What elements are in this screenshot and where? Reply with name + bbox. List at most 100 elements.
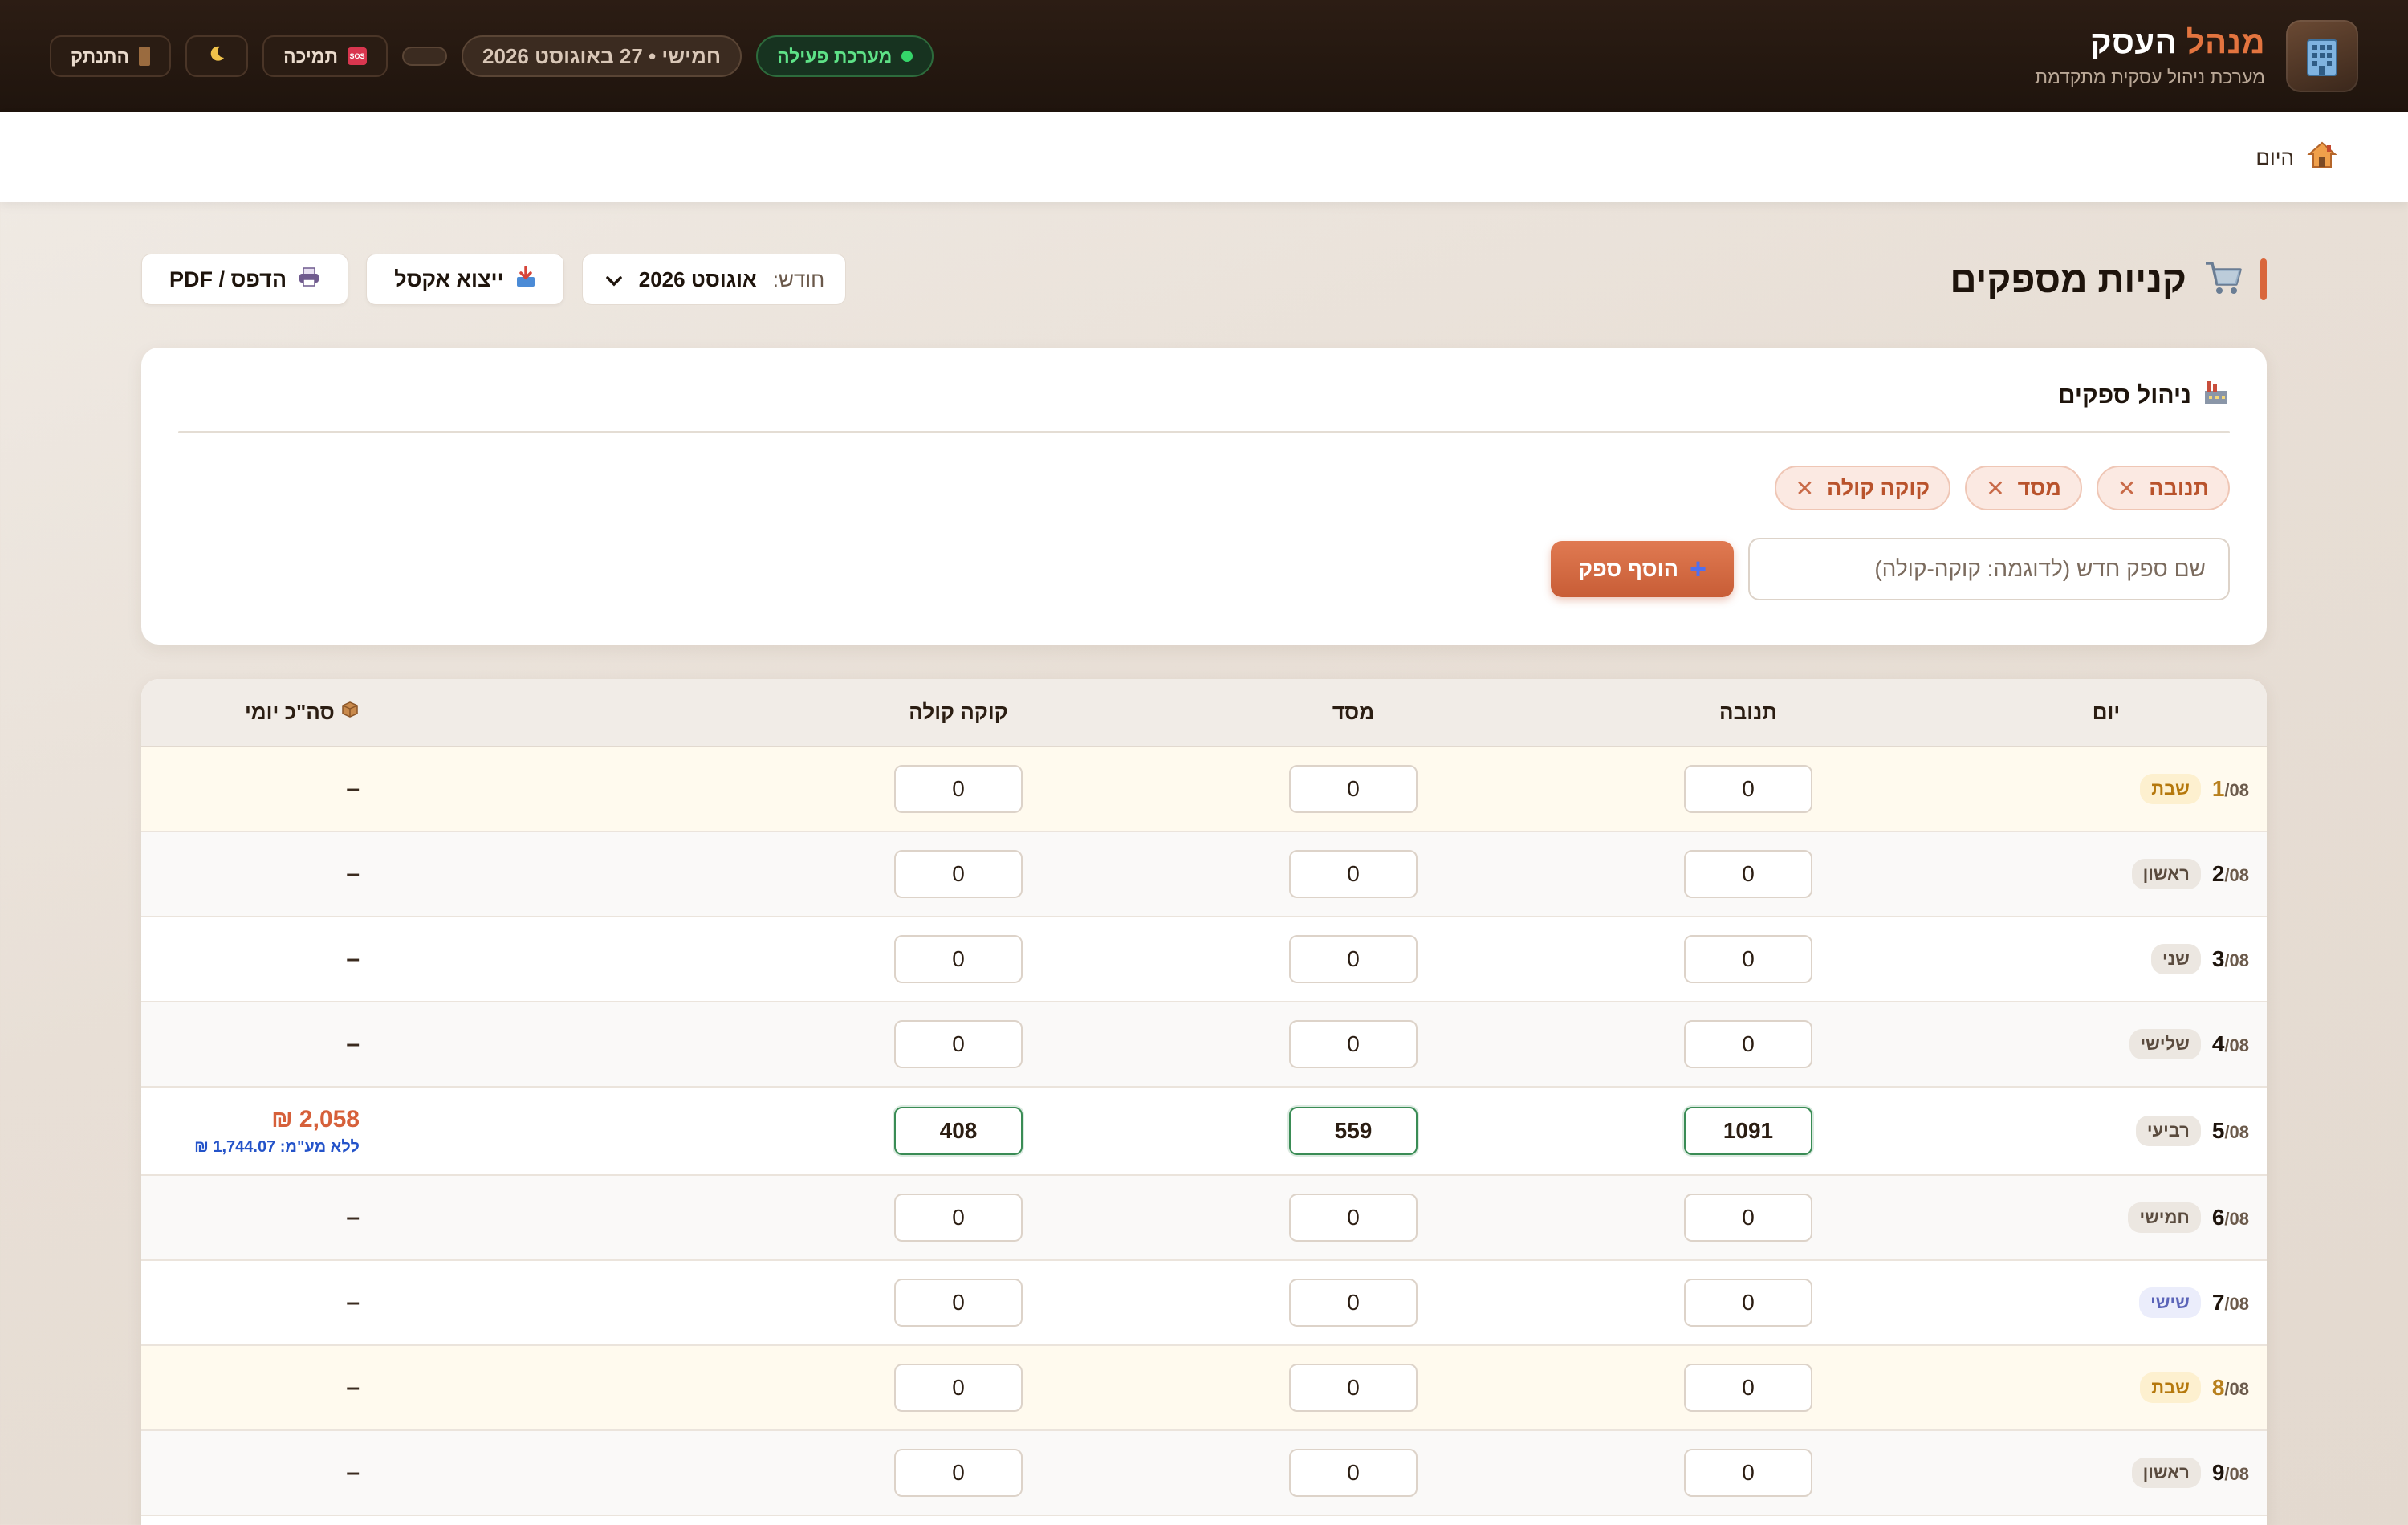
- title-wrap: קניות מספקים: [1950, 258, 2267, 301]
- day-number: 3/08: [2212, 946, 2249, 972]
- day-month-suffix: /08: [2224, 1294, 2249, 1314]
- weekday-badge: ראשון: [2131, 859, 2201, 889]
- day-cell: 5/08 רביעי: [1946, 1087, 2267, 1176]
- day-label: 5/08 רביעי: [1946, 1116, 2249, 1146]
- remove-icon[interactable]: ✕: [2117, 475, 2136, 502]
- status-label: מערכת פעילה: [777, 45, 893, 67]
- amount-input[interactable]: [1684, 850, 1812, 898]
- day-month-suffix: /08: [2224, 780, 2249, 800]
- add-supplier-button[interactable]: + הוסף ספק: [1551, 541, 1734, 597]
- header-supplier-1: תנובה: [1551, 679, 1946, 747]
- daily-total: –: [346, 1204, 360, 1230]
- export-excel-button[interactable]: ייצוא אקסל: [366, 254, 564, 305]
- amount-input[interactable]: [1289, 850, 1418, 898]
- amount-input[interactable]: [894, 1449, 1023, 1497]
- amount-input[interactable]: [1684, 1279, 1812, 1327]
- day-month-suffix: /08: [2224, 1035, 2249, 1055]
- daily-total: –: [346, 1459, 360, 1486]
- remove-icon[interactable]: ✕: [1796, 475, 1814, 502]
- brand-title: מנהל העסק: [2090, 25, 2265, 60]
- logout-label: התנתק: [71, 45, 130, 67]
- day-label: 9/08 ראשון: [1946, 1458, 2249, 1488]
- add-supplier-label: הוסף ספק: [1578, 556, 1678, 581]
- empty-toggle[interactable]: [402, 47, 448, 66]
- moon-icon: [208, 45, 226, 67]
- amount-input[interactable]: [1289, 1364, 1418, 1412]
- amount-input[interactable]: [1289, 1449, 1418, 1497]
- month-select[interactable]: חודש: אוגוסט 2026: [581, 254, 847, 305]
- amount-input[interactable]: [894, 935, 1023, 983]
- daily-total-net: ללא מע"מ: 1,744.07 ₪: [194, 1137, 360, 1156]
- remove-icon[interactable]: ✕: [1986, 475, 2004, 502]
- daily-total-cell: –: [141, 1345, 761, 1431]
- amount-input[interactable]: [1684, 1364, 1812, 1412]
- plus-icon: +: [1689, 552, 1706, 585]
- breadcrumb-home[interactable]: היום: [2255, 145, 2294, 170]
- header-supplier-2: מסד: [1156, 679, 1551, 747]
- day-month-suffix: /08: [2224, 1209, 2249, 1229]
- amount-input[interactable]: [1684, 1020, 1812, 1068]
- new-supplier-input[interactable]: [1748, 538, 2230, 600]
- table-row: 2/08 ראשון –: [141, 832, 2267, 917]
- cell-supplier-2: [1156, 1345, 1551, 1431]
- amount-input[interactable]: [894, 765, 1023, 813]
- amount-input[interactable]: [1684, 935, 1812, 983]
- amount-input[interactable]: [1289, 765, 1418, 813]
- amount-input[interactable]: [1684, 1107, 1812, 1155]
- day-month-suffix: /08: [2224, 1464, 2249, 1484]
- cell-supplier-1: [1551, 832, 1946, 917]
- day-number-value: 6: [2211, 1205, 2225, 1230]
- supplier-chip[interactable]: קוקה קולה ✕: [1774, 466, 1951, 510]
- day-number-value: 2: [2211, 861, 2225, 886]
- amount-input[interactable]: [1289, 1279, 1418, 1327]
- amount-input[interactable]: [1289, 1020, 1418, 1068]
- amount-input[interactable]: [894, 1194, 1023, 1242]
- factory-icon: [2203, 380, 2230, 412]
- amount-input[interactable]: [1684, 1449, 1812, 1497]
- brand: מנהל העסק מערכת ניהול עסקית מתקדמת: [2035, 20, 2358, 92]
- amount-input[interactable]: [894, 1279, 1023, 1327]
- theme-toggle-button[interactable]: [185, 35, 249, 77]
- day-label: 3/08 שני: [1946, 944, 2249, 974]
- cell-supplier-1: [1551, 1087, 1946, 1176]
- supplier-chip[interactable]: תנובה ✕: [2096, 466, 2230, 510]
- cell-supplier-1: [1551, 1002, 1946, 1088]
- cell-supplier-2: [1156, 1430, 1551, 1516]
- table-row: 6/08 חמישי –: [141, 1175, 2267, 1261]
- day-number-value: 4: [2211, 1031, 2225, 1056]
- breadcrumb[interactable]: היום: [2255, 140, 2337, 175]
- amount-input[interactable]: [894, 1364, 1023, 1412]
- print-pdf-button[interactable]: הדפס / PDF: [141, 254, 349, 305]
- cell-supplier-1: [1551, 1345, 1946, 1431]
- cell-supplier-3: [761, 1002, 1156, 1088]
- amount-input[interactable]: [1684, 1194, 1812, 1242]
- purchases-table-wrap: יום תנובה מסד קוקה קולה סה"כ יומי 1/08 ש…: [141, 679, 2267, 1525]
- day-number: 8/08: [2212, 1375, 2249, 1401]
- logout-button[interactable]: התנתק: [50, 35, 172, 77]
- brand-title-main: העסק: [2090, 24, 2178, 60]
- door-icon: [139, 47, 151, 66]
- header-daily-total-label: סה"כ יומי: [244, 700, 335, 724]
- day-month-suffix: /08: [2224, 950, 2249, 970]
- day-number-value: 7: [2211, 1290, 2225, 1315]
- daily-total-cell: –: [141, 917, 761, 1002]
- day-cell: 8/08 שבת: [1946, 1345, 2267, 1431]
- amount-input[interactable]: [1289, 1194, 1418, 1242]
- cell-supplier-3: [761, 1087, 1156, 1176]
- cell-supplier-1: [1551, 1260, 1946, 1346]
- amount-input[interactable]: [894, 1020, 1023, 1068]
- amount-input[interactable]: [1289, 935, 1418, 983]
- supplier-chip[interactable]: מסד ✕: [1965, 466, 2082, 510]
- cell-supplier-1: [1551, 746, 1946, 832]
- amount-input[interactable]: [1684, 765, 1812, 813]
- support-button[interactable]: SOS תמיכה: [262, 35, 388, 77]
- daily-total-cell: –: [141, 1175, 761, 1261]
- header-daily-total: סה"כ יומי: [141, 679, 761, 747]
- print-label: הדפס / PDF: [169, 266, 287, 291]
- day-cell: 3/08 שני: [1946, 917, 2267, 1002]
- amount-input[interactable]: [894, 850, 1023, 898]
- amount-input[interactable]: [1289, 1107, 1418, 1155]
- cell-supplier-2: [1156, 1175, 1551, 1261]
- table-row: 5/08 רביעי 2,058 ₪ ללא מע"מ: 1,744.07 ₪: [141, 1087, 2267, 1176]
- amount-input[interactable]: [894, 1107, 1023, 1155]
